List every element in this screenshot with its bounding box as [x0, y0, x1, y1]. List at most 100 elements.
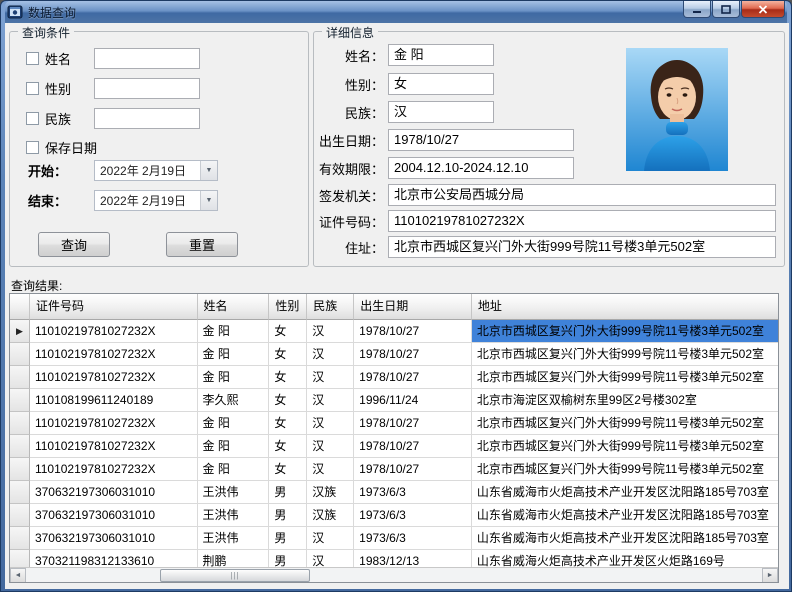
cell-id[interactable]: 11010219781027232X	[30, 412, 198, 435]
cell-birthdate[interactable]: 1978/10/27	[354, 412, 472, 435]
row-selector[interactable]	[10, 389, 30, 412]
cell-gender[interactable]: 男	[269, 504, 307, 527]
table-row[interactable]: 11010219781027232X金 阳女汉1978/10/27北京市西城区复…	[10, 435, 778, 458]
cell-name[interactable]: 金 阳	[198, 320, 270, 343]
table-row[interactable]: 11010219781027232X金 阳女汉1978/10/27北京市西城区复…	[10, 343, 778, 366]
detail-birthdate-field[interactable]: 1978/10/27	[388, 129, 574, 151]
table-row[interactable]: 110108199611240189李久熙女汉1996/11/24北京市海淀区双…	[10, 389, 778, 412]
cell-birthdate[interactable]: 1973/6/3	[354, 481, 472, 504]
table-row[interactable]: 11010219781027232X金 阳女汉1978/10/27北京市西城区复…	[10, 458, 778, 481]
horizontal-scrollbar[interactable]: ◄ ||| ►	[10, 567, 778, 582]
end-date-picker[interactable]: 2022年 2月19日 ▼	[94, 190, 218, 211]
cell-gender[interactable]: 女	[269, 458, 307, 481]
cell-name[interactable]: 金 阳	[198, 435, 270, 458]
cell-birthdate[interactable]: 1996/11/24	[354, 389, 472, 412]
cell-birthdate[interactable]: 1978/10/27	[354, 435, 472, 458]
cell-address[interactable]: 北京市海淀区双榆树东里99区2号楼302室	[472, 389, 778, 412]
ethnicity-checkbox[interactable]	[26, 112, 39, 125]
cell-gender[interactable]: 女	[269, 343, 307, 366]
table-row[interactable]: 370632197306031010王洪伟男汉族1973/6/3山东省威海市火炬…	[10, 481, 778, 504]
cell-ethnicity[interactable]: 汉	[307, 412, 354, 435]
cell-gender[interactable]: 女	[269, 435, 307, 458]
cell-birthdate[interactable]: 1978/10/27	[354, 320, 472, 343]
cell-id[interactable]: 11010219781027232X	[30, 343, 198, 366]
cell-birthdate[interactable]: 1978/10/27	[354, 343, 472, 366]
column-header-id[interactable]: 证件号码	[30, 294, 198, 320]
column-header-name[interactable]: 姓名	[198, 294, 270, 320]
cell-birthdate[interactable]: 1973/6/3	[354, 527, 472, 550]
cell-ethnicity[interactable]: 汉	[307, 527, 354, 550]
row-selector[interactable]	[10, 343, 30, 366]
minimize-button[interactable]	[683, 1, 711, 18]
cell-address[interactable]: 北京市西城区复兴门外大街999号院11号楼3单元502室	[472, 343, 778, 366]
cell-id[interactable]: 11010219781027232X	[30, 366, 198, 389]
row-selector[interactable]	[10, 481, 30, 504]
cell-id[interactable]: 11010219781027232X	[30, 435, 198, 458]
table-row[interactable]: ▶11010219781027232X金 阳女汉1978/10/27北京市西城区…	[10, 320, 778, 343]
cell-gender[interactable]: 男	[269, 481, 307, 504]
cell-id[interactable]: 110108199611240189	[30, 389, 198, 412]
scroll-left-icon[interactable]: ◄	[10, 568, 26, 583]
cell-ethnicity[interactable]: 汉	[307, 389, 354, 412]
row-selector[interactable]	[10, 366, 30, 389]
row-selector[interactable]	[10, 435, 30, 458]
table-row[interactable]: 11010219781027232X金 阳女汉1978/10/27北京市西城区复…	[10, 366, 778, 389]
name-filter-input[interactable]	[94, 48, 200, 69]
cell-id[interactable]: 370632197306031010	[30, 527, 198, 550]
cell-birthdate[interactable]: 1973/6/3	[354, 504, 472, 527]
row-selector[interactable]	[10, 504, 30, 527]
scrollbar-thumb[interactable]: |||	[160, 569, 310, 582]
cell-address[interactable]: 北京市西城区复兴门外大街999号院11号楼3单元502室	[472, 366, 778, 389]
cell-ethnicity[interactable]: 汉	[307, 458, 354, 481]
column-header-address[interactable]: 地址	[472, 294, 778, 320]
scroll-right-icon[interactable]: ►	[762, 568, 778, 583]
row-selector[interactable]: ▶	[10, 320, 30, 343]
cell-gender[interactable]: 女	[269, 389, 307, 412]
table-row[interactable]: 370632197306031010王洪伟男汉1973/6/3山东省威海市火炬高…	[10, 527, 778, 550]
gender-checkbox[interactable]	[26, 82, 39, 95]
cell-gender[interactable]: 男	[269, 527, 307, 550]
cell-address[interactable]: 山东省威海市火炬高技术产业开发区沈阳路185号703室	[472, 527, 778, 550]
cell-birthdate[interactable]: 1978/10/27	[354, 366, 472, 389]
cell-name[interactable]: 金 阳	[198, 412, 270, 435]
cell-name[interactable]: 王洪伟	[198, 527, 270, 550]
column-header-ethnicity[interactable]: 民族	[307, 294, 354, 320]
save-date-checkbox[interactable]	[26, 141, 39, 154]
chevron-down-icon[interactable]: ▼	[200, 191, 217, 210]
cell-address[interactable]: 北京市西城区复兴门外大街999号院11号楼3单元502室	[472, 412, 778, 435]
chevron-down-icon[interactable]: ▼	[200, 161, 217, 180]
cell-address[interactable]: 北京市西城区复兴门外大街999号院11号楼3单元502室	[472, 435, 778, 458]
reset-button[interactable]: 重置	[166, 232, 238, 257]
cell-ethnicity[interactable]: 汉	[307, 320, 354, 343]
row-selector[interactable]	[10, 412, 30, 435]
name-checkbox[interactable]	[26, 52, 39, 65]
column-header-gender[interactable]: 性别	[269, 294, 307, 320]
cell-ethnicity[interactable]: 汉	[307, 366, 354, 389]
cell-address[interactable]: 山东省威海市火炬高技术产业开发区沈阳路185号703室	[472, 481, 778, 504]
cell-address[interactable]: 北京市西城区复兴门外大街999号院11号楼3单元502室	[472, 320, 778, 343]
cell-name[interactable]: 金 阳	[198, 366, 270, 389]
cell-gender[interactable]: 女	[269, 320, 307, 343]
cell-name[interactable]: 李久熙	[198, 389, 270, 412]
detail-validity-field[interactable]: 2004.12.10-2024.12.10	[388, 157, 574, 179]
table-row[interactable]: 370632197306031010王洪伟男汉族1973/6/3山东省威海市火炬…	[10, 504, 778, 527]
close-button[interactable]	[741, 1, 785, 18]
cell-name[interactable]: 王洪伟	[198, 481, 270, 504]
cell-address[interactable]: 山东省威海市火炬高技术产业开发区沈阳路185号703室	[472, 504, 778, 527]
detail-idnumber-field[interactable]: 11010219781027232X	[388, 210, 776, 232]
cell-ethnicity[interactable]: 汉族	[307, 481, 354, 504]
maximize-button[interactable]	[712, 1, 740, 18]
cell-id[interactable]: 370632197306031010	[30, 481, 198, 504]
detail-authority-field[interactable]: 北京市公安局西城分局	[388, 184, 776, 206]
cell-gender[interactable]: 女	[269, 366, 307, 389]
cell-address[interactable]: 北京市西城区复兴门外大街999号院11号楼3单元502室	[472, 458, 778, 481]
cell-gender[interactable]: 女	[269, 412, 307, 435]
ethnicity-filter-input[interactable]	[94, 108, 200, 129]
cell-id[interactable]: 370632197306031010	[30, 504, 198, 527]
gender-filter-input[interactable]	[94, 78, 200, 99]
row-selector[interactable]	[10, 527, 30, 550]
cell-id[interactable]: 11010219781027232X	[30, 458, 198, 481]
row-selector[interactable]	[10, 458, 30, 481]
cell-ethnicity[interactable]: 汉族	[307, 504, 354, 527]
selector-header[interactable]	[10, 294, 30, 320]
